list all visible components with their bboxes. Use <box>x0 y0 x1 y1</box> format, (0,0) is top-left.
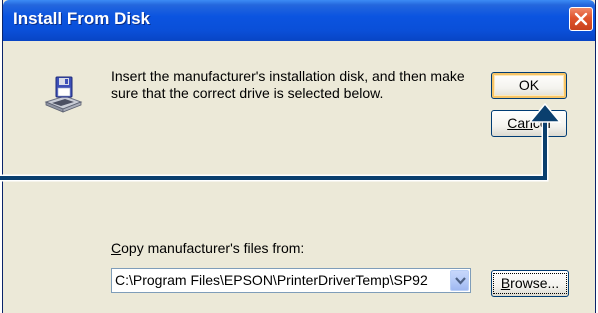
source-path-dropdown-button[interactable] <box>450 270 469 291</box>
browse-button[interactable]: Browse... <box>491 270 569 297</box>
floppy-disk-drive-icon <box>44 76 83 113</box>
cancel-button[interactable]: Cancel <box>491 110 567 137</box>
close-button[interactable] <box>569 7 593 31</box>
window-title: Install From Disk <box>13 9 150 28</box>
copy-files-from-label: Copy manufacturer's files from: <box>111 240 305 256</box>
close-icon <box>574 12 588 26</box>
instruction-message: Insert the manufacturer's installation d… <box>111 68 465 101</box>
source-path-value[interactable]: C:\Program Files\EPSON\PrinterDriverTemp… <box>115 272 445 288</box>
install-from-disk-dialog: Install From Disk Insert the manufacture… <box>2 0 596 313</box>
ok-button[interactable]: OK <box>491 72 567 99</box>
title-bar[interactable]: Install From Disk <box>3 0 595 41</box>
cancel-button-label: Cancel <box>507 115 551 131</box>
ok-button-label: OK <box>518 77 540 93</box>
chevron-down-icon <box>455 277 466 285</box>
browse-button-label: Browse... <box>492 273 568 294</box>
source-path-combobox[interactable]: C:\Program Files\EPSON\PrinterDriverTemp… <box>111 268 471 293</box>
